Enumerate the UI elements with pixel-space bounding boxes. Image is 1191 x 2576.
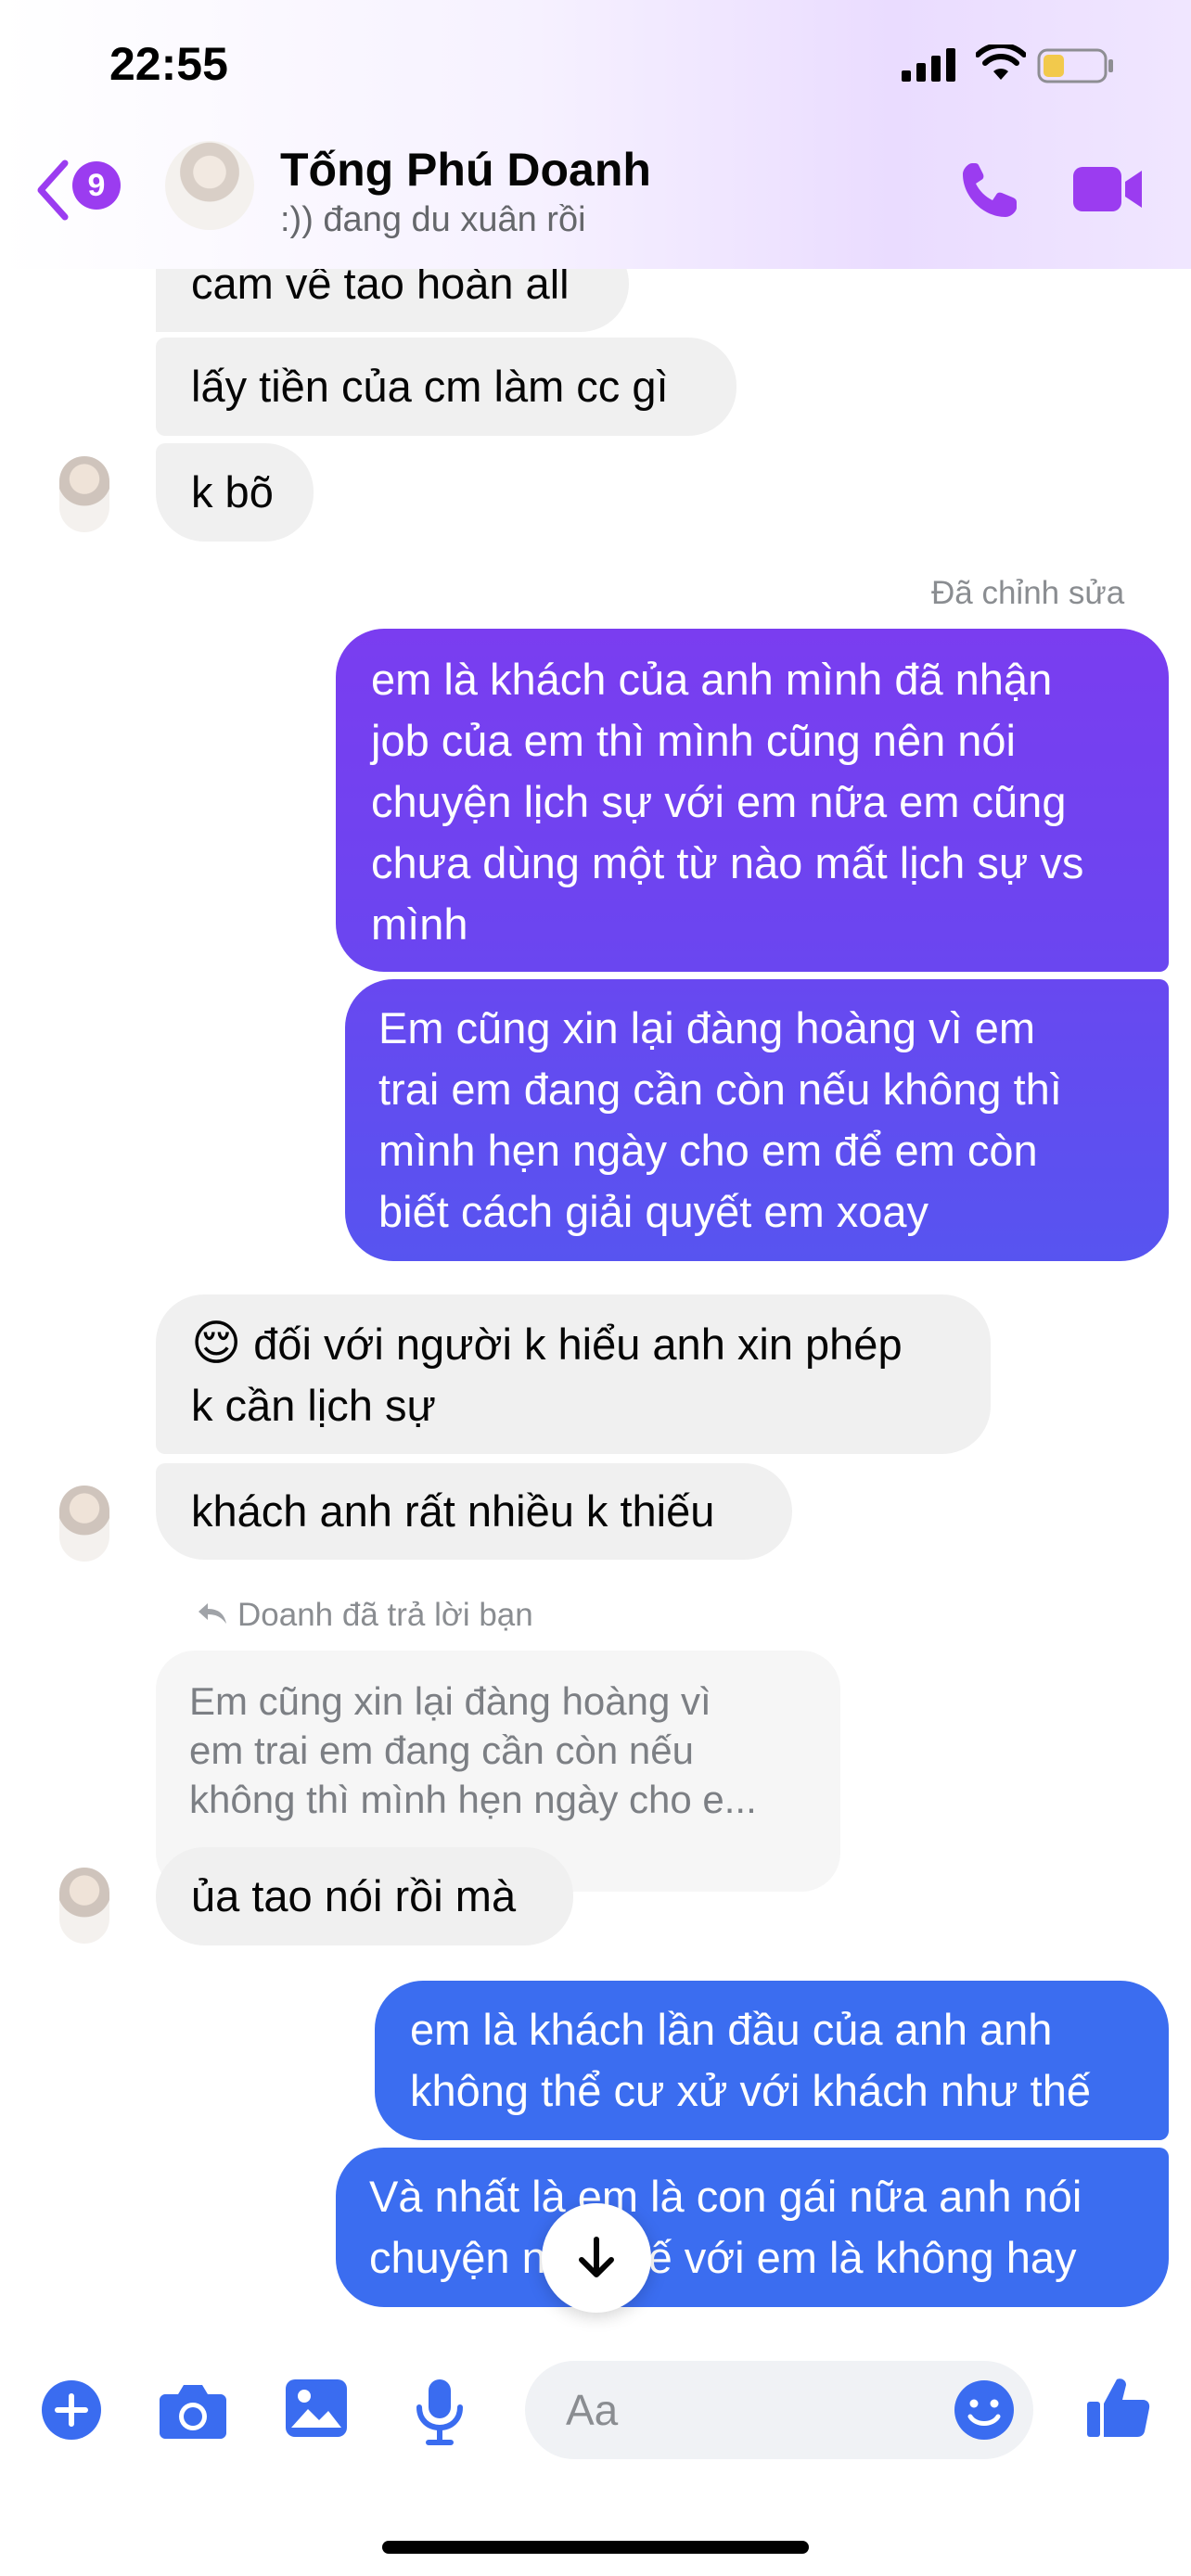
message-line: em là khách của anh mình đã nhận xyxy=(371,655,1053,704)
outgoing-message[interactable]: em là khách của anh mình đã nhận job của… xyxy=(336,629,1169,972)
plus-circle-icon[interactable] xyxy=(39,2378,104,2442)
battery-icon xyxy=(1037,48,1113,83)
outgoing-message[interactable]: Em cũng xin lại đàng hoàng vì em trai em… xyxy=(345,979,1169,1261)
scroll-to-bottom-button[interactable] xyxy=(542,2203,651,2313)
quote-line: em trai em đang cần còn nếu xyxy=(189,1728,694,1772)
signal-icon xyxy=(902,48,955,82)
quote-line: không thì mình hẹn ngày cho e... xyxy=(189,1778,757,1821)
message-line: mình hẹn ngày cho em để em còn xyxy=(378,1126,1038,1175)
message-line: trai em đang cần còn nếu không thì xyxy=(378,1065,1062,1114)
contact-avatar[interactable] xyxy=(59,1868,109,1944)
unread-badge: 9 xyxy=(72,161,121,210)
contact-avatar[interactable] xyxy=(59,456,109,532)
chevron-left-icon xyxy=(37,159,69,221)
contact-status: :)) đang du xuân rồi xyxy=(280,200,586,239)
input-placeholder: Aa xyxy=(566,2386,619,2434)
chat-thread[interactable]: cam về tao hoàn all lấy tiền của cm làm … xyxy=(0,0,1191,2576)
message-text: khách anh rất nhiều k thiếu xyxy=(191,1486,715,1536)
contact-name[interactable]: Tống Phú Doanh xyxy=(280,143,651,197)
wifi-icon xyxy=(976,45,1026,80)
message-text: lấy tiền của cm làm cc gì xyxy=(191,362,669,411)
microphone-icon[interactable] xyxy=(414,2378,466,2446)
message-line: chuyện như thế với em là không hay xyxy=(369,2233,1077,2282)
emoji: 😌 xyxy=(191,1317,242,1371)
gallery-icon[interactable] xyxy=(284,2378,349,2439)
contact-avatar[interactable] xyxy=(59,1486,109,1562)
video-call-icon[interactable] xyxy=(1071,161,1146,217)
outgoing-message[interactable]: Và nhất là em là con gái nữa anh nói chu… xyxy=(336,2148,1169,2307)
message-line: biết cách giải quyết em xoay xyxy=(378,1187,929,1236)
message-line: em là khách lần đầu của anh anh xyxy=(410,2005,1053,2054)
composer-bar: Aa xyxy=(0,2337,1191,2485)
message-line: Và nhất là em là con gái nữa anh nói xyxy=(369,2172,1082,2221)
incoming-message[interactable]: ủa tao nói rồi mà xyxy=(156,1847,573,1945)
status-bar: 22:55 xyxy=(0,0,1191,130)
incoming-message[interactable]: khách anh rất nhiều k thiếu xyxy=(156,1463,792,1560)
message-text: ủa tao nói rồi mà xyxy=(191,1871,517,1920)
thumbs-up-icon[interactable] xyxy=(1085,2374,1152,2441)
reply-indicator: Doanh đã trả lời bạn xyxy=(197,1597,533,1634)
message-line: mình xyxy=(371,899,468,949)
outgoing-message[interactable]: em là khách lần đầu của anh anh không th… xyxy=(375,1981,1169,2140)
edited-label: Đã chỉnh sửa xyxy=(931,575,1125,611)
incoming-message[interactable]: 😌 đối với người k hiểu anh xin phép k cầ… xyxy=(156,1294,991,1454)
message-line: job của em thì mình cũng nên nói xyxy=(371,716,1016,765)
phone-call-icon[interactable] xyxy=(955,158,1022,224)
arrow-down-icon xyxy=(579,2237,614,2277)
message-line: Em cũng xin lại đàng hoàng vì em xyxy=(378,1003,1036,1052)
message-line: chưa dùng một từ nào mất lịch sự vs xyxy=(371,838,1084,887)
reply-icon xyxy=(197,1597,228,1634)
quote-line: Em cũng xin lại đàng hoàng vì xyxy=(189,1679,711,1723)
home-indicator xyxy=(382,2541,809,2554)
contact-avatar[interactable] xyxy=(165,141,254,230)
camera-icon[interactable] xyxy=(158,2378,228,2442)
message-line: k cần lịch sự xyxy=(191,1381,436,1430)
incoming-message[interactable]: lấy tiền của cm làm cc gì xyxy=(156,338,736,436)
incoming-message[interactable]: k bõ xyxy=(156,443,314,542)
message-line: không thể cư xử với khách như thế xyxy=(410,2066,1091,2115)
emoji-icon[interactable] xyxy=(952,2378,1017,2442)
message-line: chuyện lịch sự với em nữa em cũng xyxy=(371,777,1067,826)
reply-label: Doanh đã trả lời bạn xyxy=(237,1597,533,1633)
chat-header: 9 Tống Phú Doanh :)) đang du xuân rồi xyxy=(0,130,1191,260)
back-button[interactable]: 9 xyxy=(33,158,126,232)
status-time: 22:55 xyxy=(109,38,228,90)
message-text: k bõ xyxy=(191,467,274,516)
message-line: đối với người k hiểu anh xin phép xyxy=(253,1320,903,1369)
